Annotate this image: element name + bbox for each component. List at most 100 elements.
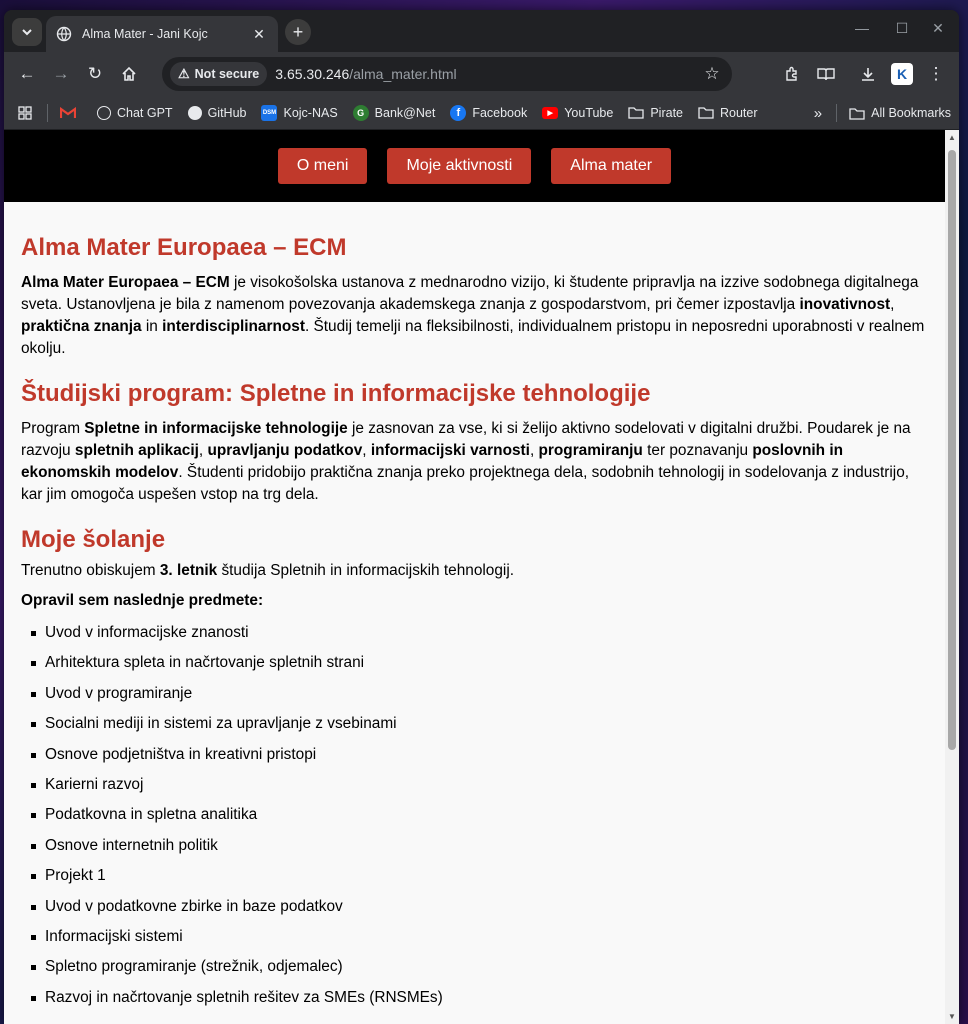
maximize-icon[interactable]: ☐ <box>887 20 917 37</box>
bold-text: upravljanju podatkov <box>207 442 363 459</box>
scroll-up-icon[interactable]: ▲ <box>948 133 956 142</box>
text: , <box>890 296 895 313</box>
bookmark-pirate[interactable]: Pirate <box>628 105 683 121</box>
all-bookmarks-label: All Bookmarks <box>871 106 951 120</box>
youtube-icon: ▶ <box>542 106 559 119</box>
close-tab-icon[interactable]: ✕ <box>250 26 268 43</box>
close-window-icon[interactable]: ✕ <box>923 20 953 37</box>
security-label: Not secure <box>194 67 260 81</box>
toolbar-right: K ⋮ <box>775 57 953 91</box>
browser-window: Alma Mater - Jani Kojc ✕ + — ☐ ✕ ← → ↻ ⚠… <box>4 10 959 1024</box>
bookmark-facebook[interactable]: f Facebook <box>450 104 527 121</box>
bookmarks-right: » All Bookmarks <box>814 96 951 130</box>
new-tab-button[interactable]: + <box>285 19 311 45</box>
bookmark-bank[interactable]: G Bank@Net <box>352 104 436 121</box>
bold-text: praktična znanja <box>21 318 142 335</box>
list-item: Informacijski sistemi <box>21 922 928 952</box>
text: Trenutno obiskujem <box>21 562 160 579</box>
program-paragraph: Program Spletne in informacijske tehnolo… <box>21 418 928 506</box>
back-icon[interactable]: ← <box>10 57 44 91</box>
bold-text: interdisciplinarnost <box>162 318 305 335</box>
globe-icon <box>56 26 72 42</box>
folder-icon <box>628 105 644 121</box>
gmail-icon <box>60 105 76 121</box>
nas-icon: DSM <box>261 104 278 121</box>
minimize-icon[interactable]: — <box>847 20 877 36</box>
page-scrollbar[interactable]: ▲ ▼ <box>945 130 959 1024</box>
list-item: Socialni mediji in sistemi za upravljanj… <box>21 709 928 739</box>
bookmarks-divider <box>836 104 838 122</box>
tab-search-button[interactable] <box>12 18 42 46</box>
bold-text: inovativnost <box>799 296 891 313</box>
bookmark-router[interactable]: Router <box>698 105 758 121</box>
browser-tab[interactable]: Alma Mater - Jani Kojc ✕ <box>46 16 278 52</box>
subjects-label: Opravil sem naslednje predmete: <box>21 590 928 612</box>
forward-icon[interactable]: → <box>44 57 78 91</box>
bookmark-kojc-nas[interactable]: DSM Kojc-NAS <box>261 104 338 121</box>
bookmark-label: Bank@Net <box>374 105 436 120</box>
list-item: Uvod v programiranje <box>21 679 928 709</box>
bookmark-star-icon[interactable]: ☆ <box>700 64 724 84</box>
home-icon[interactable] <box>112 57 146 91</box>
scroll-down-icon[interactable]: ▼ <box>948 1012 956 1021</box>
text: in <box>141 318 163 335</box>
page-viewport: O meni Moje aktivnosti Alma mater Alma M… <box>4 130 959 1024</box>
url-text[interactable]: 3.65.30.246/alma_mater.html <box>275 66 700 82</box>
section-heading-program: Študijski program: Spletne in informacij… <box>21 380 651 407</box>
address-bar[interactable]: ⚠ Not secure 3.65.30.246/alma_mater.html… <box>162 57 732 91</box>
list-item: Uvod v informacijske znanosti <box>21 618 928 648</box>
bank-icon: G <box>352 104 369 121</box>
bookmark-youtube[interactable]: ▶ YouTube <box>542 106 613 120</box>
download-icon[interactable] <box>851 57 885 91</box>
apps-icon[interactable] <box>18 105 32 120</box>
bookmarks-divider <box>47 103 48 122</box>
bookmark-github[interactable]: GitHub <box>187 105 247 120</box>
nav-o-meni[interactable]: O meni <box>277 148 368 184</box>
chevron-down-icon <box>22 29 32 36</box>
more-bookmarks-icon[interactable]: » <box>814 105 822 122</box>
all-bookmarks[interactable]: All Bookmarks <box>849 105 951 121</box>
bookmark-label: Chat GPT <box>117 105 173 120</box>
bold-text: spletnih aplikacij <box>74 442 199 459</box>
year-paragraph: Trenutno obiskujem 3. letnik študija Spl… <box>21 560 928 582</box>
nav-alma-mater[interactable]: Alma mater <box>551 148 672 184</box>
reading-mode-icon[interactable] <box>809 57 843 91</box>
security-badge[interactable]: ⚠ Not secure <box>170 62 268 86</box>
bookmark-label: YouTube <box>564 105 614 120</box>
bold-text: 3. letnik <box>159 562 218 579</box>
menu-icon[interactable]: ⋮ <box>919 57 953 91</box>
list-item: Podatkovna in spletna analitika <box>21 800 928 830</box>
list-item: Karierni razvoj <box>21 770 928 800</box>
scrollbar-thumb[interactable] <box>948 150 956 750</box>
bold-text: Spletne in informacijske tehnologije <box>84 420 348 437</box>
gmail-bookmark[interactable] <box>60 105 82 121</box>
main-content: Alma Mater Europaea – ECM Alma Mater Eur… <box>4 202 945 1013</box>
bold-text: Alma Mater Europaea – ECM <box>21 274 230 291</box>
bookmark-label: Router <box>720 105 758 120</box>
bookmarks-bar: Chat GPT GitHub DSM Kojc-NAS G Bank@Net … <box>4 96 959 130</box>
site-nav: O meni Moje aktivnosti Alma mater <box>4 130 945 202</box>
list-item: Arhitektura spleta in načrtovanje spletn… <box>21 648 928 678</box>
extensions-icon[interactable] <box>775 57 809 91</box>
facebook-icon: f <box>450 104 467 121</box>
reload-icon[interactable]: ↻ <box>78 57 112 91</box>
github-icon <box>187 105 202 120</box>
nav-moje-aktivnosti[interactable]: Moje aktivnosti <box>387 148 532 184</box>
list-item: Projekt 1 <box>21 861 928 891</box>
list-item: Spletno programiranje (strežnik, odjemal… <box>21 952 928 982</box>
bookmark-label: GitHub <box>207 105 247 120</box>
subjects-list: Uvod v informacijske znanosti Arhitektur… <box>21 618 928 1013</box>
text: , <box>529 442 539 459</box>
list-item: Uvod v podatkovne zbirke in baze podatko… <box>21 892 928 922</box>
bookmark-chatgpt[interactable]: Chat GPT <box>97 105 173 120</box>
folder-icon <box>849 105 865 121</box>
bookmark-label: Kojc-NAS <box>283 105 338 120</box>
list-item: Osnove internetnih politik <box>21 831 928 861</box>
subjects-label-text: Opravil sem naslednje predmete: <box>21 592 264 609</box>
list-item: Osnove podjetništva in kreativni pristop… <box>21 740 928 770</box>
list-item: Razvoj in načrtovanje spletnih rešitev z… <box>21 983 928 1013</box>
warning-icon: ⚠ <box>178 66 190 81</box>
profile-avatar[interactable]: K <box>885 57 919 91</box>
text: Program <box>21 420 85 437</box>
section-heading-alma-mater: Alma Mater Europaea – ECM <box>21 234 347 261</box>
